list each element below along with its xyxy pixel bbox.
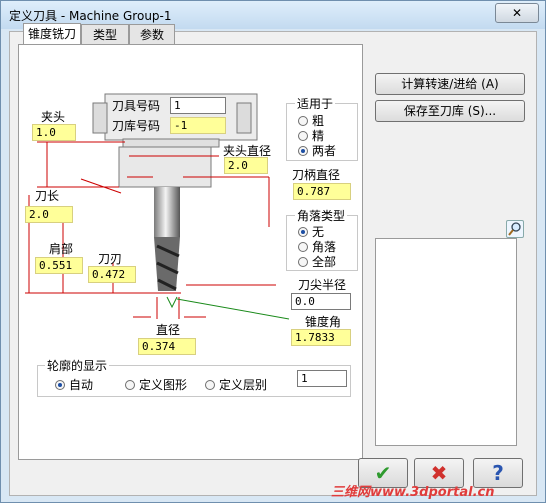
shank-diameter-field[interactable]: 0.787 bbox=[293, 183, 351, 200]
chuck-field[interactable]: 1.0 bbox=[32, 124, 76, 141]
lib-number-field[interactable]: -1 bbox=[170, 117, 226, 134]
radio-dot bbox=[298, 131, 308, 141]
tab-type[interactable]: 类型 bbox=[81, 24, 129, 44]
radio-dot bbox=[125, 380, 135, 390]
applies-to-title: 适用于 bbox=[295, 95, 336, 112]
chuck-diameter-field[interactable]: 2.0 bbox=[224, 157, 268, 174]
diameter-field[interactable]: 0.374 bbox=[138, 338, 196, 355]
profile-title: 轮廓的显示 bbox=[45, 357, 110, 374]
window-title: 定义刀具 - Machine Group-1 bbox=[9, 9, 172, 23]
zoom-preview-icon[interactable] bbox=[506, 220, 524, 238]
calc-speed-feed-button[interactable]: 计算转速/进给 (A) bbox=[375, 73, 525, 95]
tool-length-label: 刀长 bbox=[35, 189, 60, 203]
radio-full[interactable]: 全部 bbox=[298, 253, 336, 270]
tip-radius-label: 刀尖半径 bbox=[298, 278, 347, 292]
tool-number-label: 刀具号码 bbox=[112, 99, 161, 113]
close-button[interactable]: ✕ bbox=[495, 3, 539, 23]
radio-dot bbox=[298, 257, 308, 267]
radio-auto[interactable]: 自动 bbox=[55, 376, 93, 393]
radio-define-shape[interactable]: 定义图形 bbox=[125, 376, 187, 393]
shoulder-field[interactable]: 0.551 bbox=[35, 257, 83, 274]
radio-dot-selected bbox=[298, 146, 308, 156]
corner-type-title: 角落类型 bbox=[295, 207, 348, 224]
radio-dot bbox=[298, 242, 308, 252]
profile-value-field[interactable]: 1 bbox=[297, 370, 347, 387]
shank-diameter-label: 刀柄直径 bbox=[292, 168, 341, 182]
flute-label: 刀刃 bbox=[98, 252, 123, 266]
radio-dot-selected bbox=[55, 380, 65, 390]
watermark: 三维网www.3dportal.cn bbox=[331, 485, 495, 500]
chuck-label: 夹头 bbox=[41, 110, 66, 124]
lib-number-label: 刀库号码 bbox=[112, 119, 161, 133]
tool-length-field[interactable]: 2.0 bbox=[25, 206, 73, 223]
shoulder-label: 肩部 bbox=[49, 242, 74, 256]
taper-field[interactable]: 1.7833 bbox=[291, 329, 351, 346]
taper-label: 锥度角 bbox=[305, 315, 342, 329]
flute-field[interactable]: 0.472 bbox=[88, 266, 136, 283]
radio-dot bbox=[298, 116, 308, 126]
tab-parameters[interactable]: 参数 bbox=[129, 24, 175, 44]
radio-define-level[interactable]: 定义层别 bbox=[205, 376, 267, 393]
tool-number-field[interactable]: 1 bbox=[170, 97, 226, 114]
tab-taper-mill[interactable]: 锥度铣刀 bbox=[23, 23, 81, 45]
diameter-label: 直径 bbox=[156, 323, 181, 337]
tip-radius-field[interactable]: 0.0 bbox=[291, 293, 351, 310]
radio-both[interactable]: 两者 bbox=[298, 142, 336, 159]
radio-dot-selected bbox=[298, 227, 308, 237]
tool-preview bbox=[375, 238, 517, 446]
dialog-window: 定义刀具 - Machine Group-1 ✕ 锥度铣刀 类型 参数 刀具号码… bbox=[0, 0, 546, 503]
save-to-library-button[interactable]: 保存至刀库 (S)... bbox=[375, 100, 525, 122]
radio-dot bbox=[205, 380, 215, 390]
close-icon: ✕ bbox=[511, 6, 523, 20]
